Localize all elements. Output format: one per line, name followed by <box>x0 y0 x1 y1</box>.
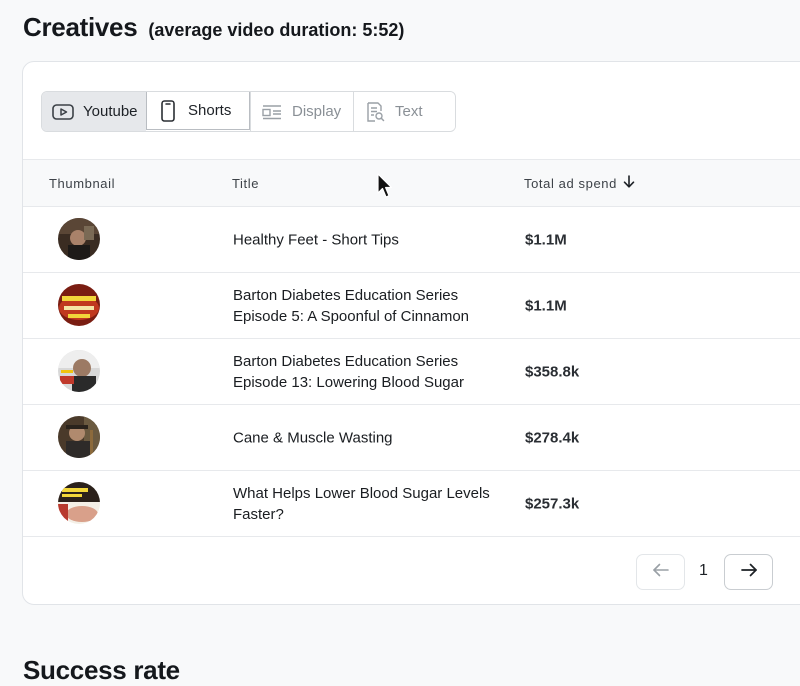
phone-icon <box>157 99 179 122</box>
section-title-success-rate: Success rate <box>23 655 180 685</box>
video-thumbnail[interactable] <box>58 218 100 260</box>
video-thumbnail[interactable] <box>58 482 100 524</box>
page-subtitle: (average video duration: 5:52) <box>148 20 405 40</box>
creatives-card: Youtube Shorts Display Text Thumbnail Ti… <box>22 61 800 605</box>
sort-descending-icon <box>623 175 635 191</box>
text-document-icon <box>364 101 386 122</box>
pagination: 1 <box>23 554 800 594</box>
video-title[interactable]: What Helps Lower Blood Sugar Levels Fast… <box>233 483 513 525</box>
table-row[interactable]: Healthy Feet - Short Tips $1.1M <box>23 207 800 273</box>
next-page-button[interactable] <box>724 554 773 590</box>
youtube-icon <box>52 103 74 120</box>
ad-spend-value: $278.4k <box>525 429 580 446</box>
video-title[interactable]: Barton Diabetes Education Series Episode… <box>233 285 513 327</box>
ad-spend-value: $358.8k <box>525 363 580 380</box>
column-header-title: Title <box>232 176 260 191</box>
page-title: Creatives (average video duration: 5:52) <box>23 12 404 43</box>
tab-text[interactable]: Text <box>353 92 455 131</box>
arrow-left-icon <box>652 563 670 582</box>
table-row[interactable]: Barton Diabetes Education Series Episode… <box>23 339 800 405</box>
tab-display[interactable]: Display <box>250 92 353 131</box>
arrow-right-icon <box>740 563 758 582</box>
video-title[interactable]: Healthy Feet - Short Tips <box>233 229 513 250</box>
table-row[interactable]: Cane & Muscle Wasting $278.4k <box>23 405 800 471</box>
table-row[interactable]: Barton Diabetes Education Series Episode… <box>23 273 800 339</box>
table-header: Thumbnail Title Total ad spend <box>23 159 800 207</box>
video-thumbnail[interactable] <box>58 350 100 392</box>
table-row[interactable]: What Helps Lower Blood Sugar Levels Fast… <box>23 471 800 537</box>
video-title[interactable]: Cane & Muscle Wasting <box>233 427 513 448</box>
creative-type-tabs: Youtube Shorts Display Text <box>41 91 456 132</box>
current-page-number: 1 <box>699 562 708 579</box>
tab-youtube[interactable]: Youtube <box>42 92 146 131</box>
video-thumbnail[interactable] <box>58 284 100 326</box>
column-header-thumbnail: Thumbnail <box>49 176 116 191</box>
display-icon <box>261 104 283 120</box>
ad-spend-value: $257.3k <box>525 495 580 512</box>
tab-text-label: Text <box>395 103 423 120</box>
tab-display-label: Display <box>292 103 342 120</box>
ad-spend-value: $1.1M <box>525 297 567 314</box>
tab-shorts-label: Shorts <box>188 102 232 119</box>
column-header-total-ad-spend-label: Total ad spend <box>524 175 617 191</box>
previous-page-button[interactable] <box>636 554 685 590</box>
tab-shorts[interactable]: Shorts <box>146 92 250 130</box>
ad-spend-value: $1.1M <box>525 231 567 248</box>
column-header-total-ad-spend[interactable]: Total ad spend <box>524 175 635 191</box>
video-title[interactable]: Barton Diabetes Education Series Episode… <box>233 351 513 393</box>
page-title-text: Creatives <box>23 12 138 42</box>
mouse-cursor-icon <box>377 173 393 204</box>
video-thumbnail[interactable] <box>58 416 100 458</box>
tab-youtube-label: Youtube <box>83 103 138 120</box>
